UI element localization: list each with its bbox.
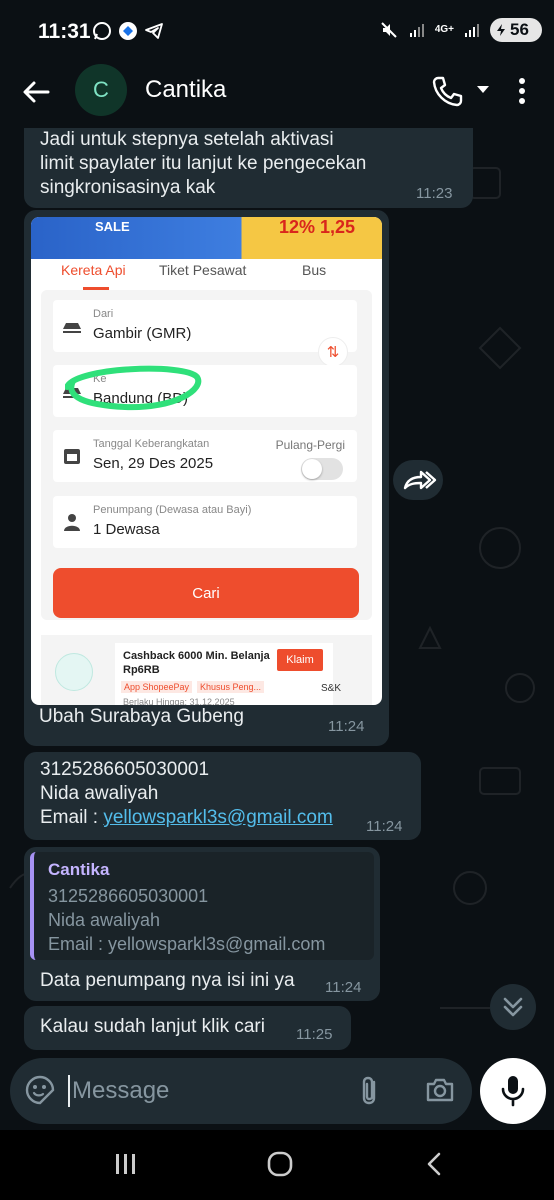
signal-icon <box>409 24 424 37</box>
app-notification-icon <box>119 22 137 40</box>
chat-area[interactable]: Jadi untuk stepnya setelah aktivasi limi… <box>0 128 554 1056</box>
double-chevron-down-icon <box>503 997 523 1017</box>
phone-call-icon[interactable] <box>430 74 464 108</box>
battery-level: 56 <box>510 20 529 39</box>
date-value: Sen, 29 Des 2025 <box>93 455 214 472</box>
compose-bar <box>10 1058 472 1124</box>
date-label: Tanggal Keberangkatan <box>93 438 210 450</box>
network-type: 4G+ <box>434 24 454 35</box>
person-icon <box>64 514 80 531</box>
coupon-section: Cashback 6000 Min. Belanja Rp6RB App Sho… <box>41 635 372 705</box>
avatar[interactable]: C <box>75 64 127 116</box>
system-nav-bar <box>0 1130 554 1200</box>
home-icon[interactable] <box>266 1150 294 1178</box>
scroll-to-bottom-button[interactable] <box>490 984 536 1030</box>
email-link[interactable]: yellowsparkl3s@gmail.com <box>103 807 332 828</box>
text-cursor <box>68 1075 70 1107</box>
charging-icon <box>497 24 505 36</box>
tab-kereta-api: Kereta Api <box>61 262 126 278</box>
tab-bus: Bus <box>302 262 327 278</box>
promo-banner: SALE 12% 1,25 <box>31 217 382 259</box>
image-caption: Ubah Surabaya Gubeng <box>39 706 244 727</box>
contact-name[interactable]: Cantika <box>145 76 226 104</box>
from-value: Gambir (GMR) <box>93 325 192 342</box>
swap-stations-icon: ⇅ <box>318 337 348 367</box>
message-bubble-incoming[interactable]: Kalau sudah lanjut klik cari 11:25 <box>24 1006 351 1050</box>
from-label: Dari <box>93 308 114 320</box>
quoted-sender: Cantika <box>48 860 110 879</box>
banner-sale-text: SALE <box>95 219 130 234</box>
status-right: 4G+ 56 <box>379 18 542 42</box>
message-bubble-incoming[interactable]: Jadi untuk stepnya setelah aktivasi limi… <box>24 128 473 208</box>
passenger-value: 1 Dewasa <box>93 521 160 538</box>
battery-indicator: 56 <box>490 18 542 42</box>
back-arrow-icon[interactable] <box>20 76 52 108</box>
search-button: Cari <box>53 568 359 618</box>
train-icon <box>63 323 81 333</box>
quoted-line: 3125286605030001 <box>48 886 209 906</box>
coupon-tag: App ShopeePay <box>121 681 193 693</box>
reply-message-bubble[interactable]: Cantika 3125286605030001 Nida awaliyah E… <box>24 847 380 1001</box>
message-text: Jadi untuk stepnya setelah aktivasi limi… <box>40 129 367 198</box>
message-text: Data penumpang nya isi ini ya <box>40 970 295 991</box>
forward-icon <box>403 470 437 490</box>
camera-icon[interactable] <box>424 1074 456 1106</box>
message-time: 11:24 <box>325 979 362 996</box>
message-text: Kalau sudah lanjut klik cari <box>40 1016 265 1037</box>
banner-offer-text: 12% 1,25 <box>279 217 356 237</box>
message-time: 11:24 <box>366 818 403 835</box>
shopeepay-icon <box>55 653 93 691</box>
call-dropdown-icon[interactable] <box>474 80 492 98</box>
calendar-icon <box>64 449 80 464</box>
voice-record-button[interactable] <box>480 1058 546 1124</box>
from-field: Dari Gambir (GMR) <box>53 300 357 352</box>
message-bubble-incoming[interactable]: 3125286605030001 Nida awaliyah Email : y… <box>24 752 421 840</box>
coupon-tag: Khusus Peng... <box>197 681 265 693</box>
status-time: 11:31 <box>38 20 91 43</box>
message-input[interactable] <box>72 1074 342 1108</box>
tab-tiket-pesawat: Tiket Pesawat <box>159 262 247 278</box>
message-text: 3125286605030001 Nida awaliyah Email : y… <box>40 758 333 830</box>
coupon-title: Cashback 6000 Min. Belanja Rp6RB <box>123 650 270 676</box>
message-line: Email : yellowsparkl3s@gmail.com <box>40 806 333 830</box>
image-message-bubble[interactable]: SALE 12% 1,25 Kereta Api Tiket Pesawat B… <box>24 210 389 746</box>
message-time: 11:25 <box>296 1026 333 1043</box>
sticker-icon[interactable] <box>24 1074 56 1106</box>
notification-icons <box>92 21 164 41</box>
message-line: Nida awaliyah <box>40 783 159 804</box>
quoted-line: Email : yellowsparkl3s@gmail.com <box>48 934 326 954</box>
whatsapp-icon <box>93 22 111 40</box>
booking-form: Dari Gambir (GMR) ⇅ Ke Bandung (BD) Tang… <box>41 290 372 620</box>
message-time: 11:24 <box>328 718 365 735</box>
quoted-line: Nida awaliyah <box>48 910 161 930</box>
coupon-date: Berlaku Hingga: 31.12.2025 <box>123 697 235 705</box>
terms-label: S&K <box>321 683 342 694</box>
passenger-label: Penumpang (Dewasa atau Bayi) <box>93 504 252 516</box>
recent-apps-icon[interactable] <box>114 1152 138 1176</box>
telegram-icon <box>145 23 163 39</box>
date-field: Tanggal Keberangkatan Sen, 29 Des 2025 P… <box>53 430 357 482</box>
chat-header: C Cantika <box>0 62 554 128</box>
status-bar: 11:31 4G+ 56 <box>0 0 554 62</box>
green-circle-annotation <box>65 365 202 411</box>
attach-icon[interactable] <box>356 1074 384 1108</box>
forward-button[interactable] <box>393 460 443 500</box>
back-icon[interactable] <box>424 1150 444 1178</box>
roundtrip-label: Pulang-Pergi <box>275 438 345 452</box>
mute-icon <box>381 22 397 38</box>
more-options-icon[interactable] <box>512 74 532 108</box>
coupon-card: Cashback 6000 Min. Belanja Rp6RB App Sho… <box>115 643 333 705</box>
microphone-icon <box>501 1076 525 1107</box>
quoted-message[interactable]: Cantika 3125286605030001 Nida awaliyah E… <box>30 852 374 960</box>
email-label: Email : <box>40 807 104 828</box>
quoted-text: 3125286605030001 Nida awaliyah Email : y… <box>48 884 325 956</box>
message-line: 3125286605030001 <box>40 759 210 780</box>
shared-screenshot-image[interactable]: SALE 12% 1,25 Kereta Api Tiket Pesawat B… <box>31 217 382 705</box>
claim-button: Klaim <box>277 649 323 671</box>
passenger-field: Penumpang (Dewasa atau Bayi) 1 Dewasa <box>53 496 357 548</box>
message-time: 11:23 <box>416 185 453 202</box>
signal-icon-2 <box>465 24 479 37</box>
roundtrip-toggle <box>301 458 343 480</box>
